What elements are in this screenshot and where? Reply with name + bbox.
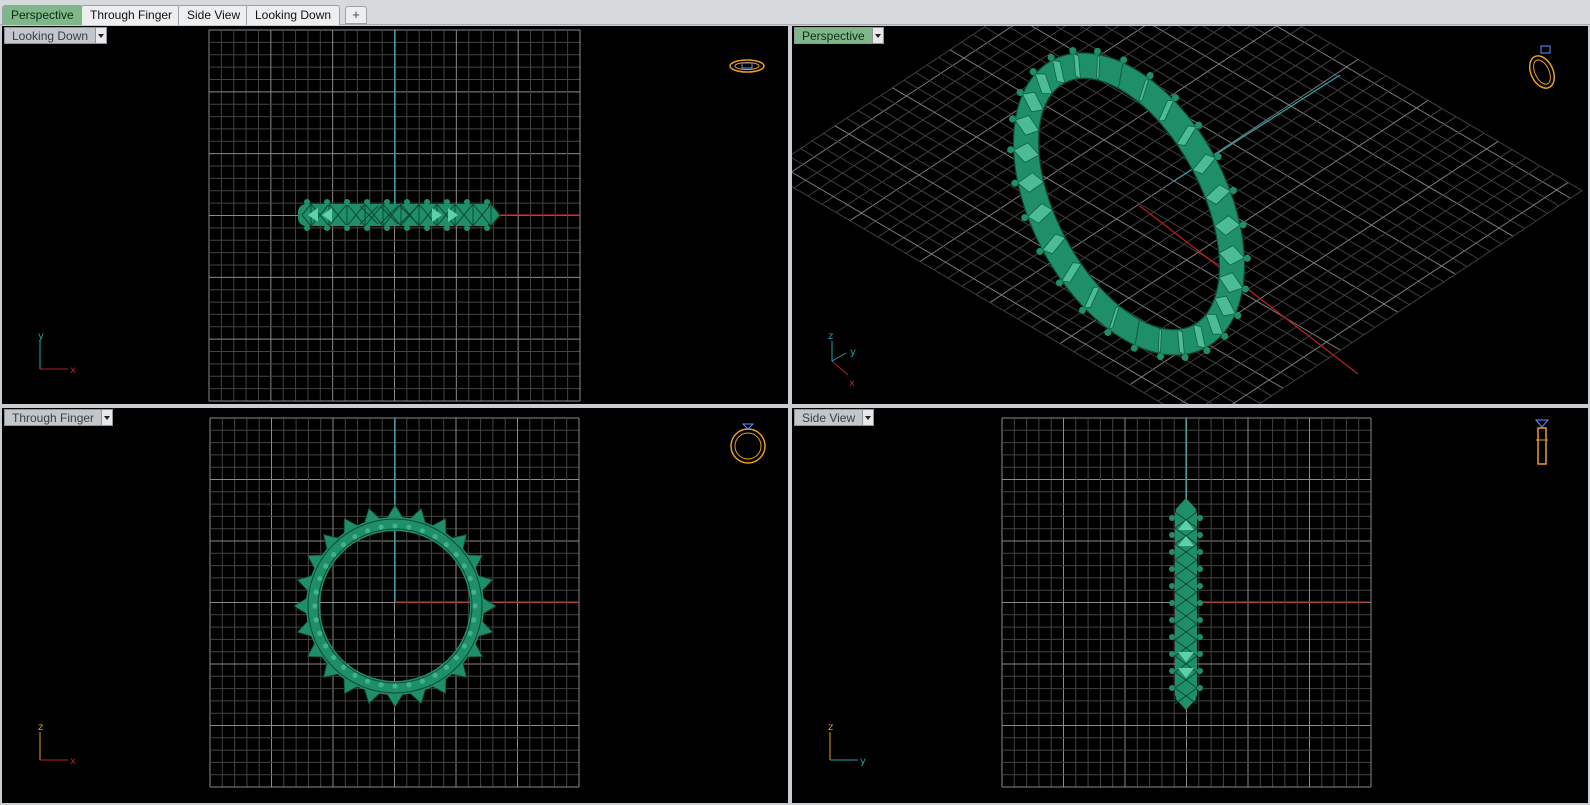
- axis-indicator: z x: [38, 722, 76, 767]
- perspective-canvas[interactable]: z x y: [792, 26, 1588, 404]
- viewport-label-side-view[interactable]: Side View: [794, 409, 875, 426]
- ring-widget-icon: [730, 423, 766, 464]
- axis-indicator: y x: [38, 331, 76, 376]
- ring-widget-icon: [1534, 419, 1550, 465]
- viewport-title[interactable]: Through Finger: [4, 409, 103, 426]
- side-view-canvas[interactable]: z y: [792, 408, 1588, 803]
- viewport-looking-down[interactable]: Looking Down y x: [2, 26, 788, 404]
- viewport-menu-dropdown-icon[interactable]: [102, 409, 114, 426]
- axis-label-depth: y: [850, 347, 856, 358]
- viewport-menu-dropdown-icon[interactable]: [863, 409, 875, 426]
- viewport-label-perspective[interactable]: Perspective: [794, 27, 884, 44]
- tab-perspective[interactable]: Perspective: [2, 5, 83, 25]
- plus-icon: +: [352, 7, 360, 22]
- front-view-canvas[interactable]: z x: [2, 408, 788, 803]
- viewport-tab-bar: Perspective Through Finger Side View Loo…: [0, 0, 1590, 25]
- tab-side-view[interactable]: Side View: [178, 5, 250, 25]
- viewport-through-finger[interactable]: Through Finger z x: [2, 408, 788, 803]
- axis-label-vertical: z: [828, 722, 833, 733]
- axis-label-vertical: z: [38, 722, 43, 733]
- viewport-menu-dropdown-icon[interactable]: [96, 27, 108, 44]
- tab-through-finger[interactable]: Through Finger: [81, 5, 182, 25]
- ring-widget-icon: [1528, 45, 1556, 89]
- ring-model-top: [298, 199, 501, 231]
- tab-looking-down[interactable]: Looking Down: [246, 5, 341, 25]
- add-tab-button[interactable]: +: [345, 6, 367, 24]
- viewport-perspective[interactable]: Perspective z x y: [792, 26, 1588, 404]
- axis-label-horizontal: y: [860, 756, 866, 767]
- axis-label-horizontal: x: [70, 756, 76, 767]
- axis-label-horizontal: x: [70, 365, 76, 376]
- viewport-side-view[interactable]: Side View z y: [792, 408, 1588, 803]
- top-view-canvas[interactable]: y x: [2, 26, 788, 404]
- viewport-title[interactable]: Perspective: [794, 27, 873, 44]
- axis-label-vertical: y: [38, 331, 44, 342]
- axis-indicator: z x y: [828, 331, 856, 389]
- viewport-title[interactable]: Looking Down: [4, 27, 97, 44]
- ring-model-perspective: [1007, 47, 1251, 361]
- ring-widget-icon: [729, 59, 765, 73]
- axis-label-horizontal: x: [849, 378, 855, 389]
- viewport-label-through-finger[interactable]: Through Finger: [4, 409, 114, 426]
- viewport-title[interactable]: Side View: [794, 409, 864, 426]
- viewport-menu-dropdown-icon[interactable]: [872, 27, 884, 44]
- axis-label-vertical: z: [828, 331, 833, 342]
- viewport-label-looking-down[interactable]: Looking Down: [4, 27, 108, 44]
- axis-indicator: z y: [828, 722, 866, 767]
